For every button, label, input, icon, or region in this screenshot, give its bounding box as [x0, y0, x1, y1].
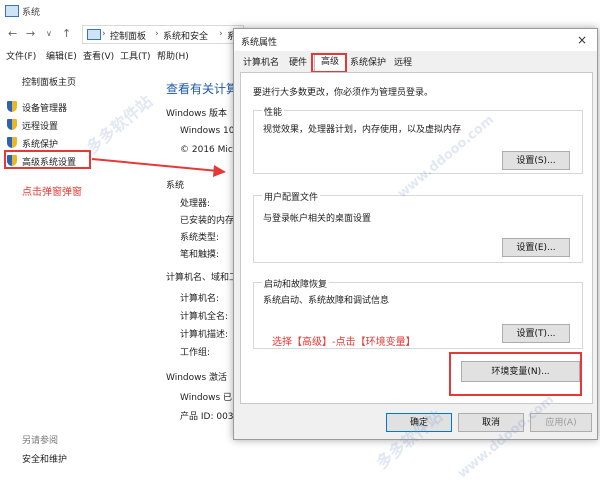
dialog-title: 系统属性: [241, 38, 278, 48]
tab-remote[interactable]: 远程: [391, 55, 415, 71]
tab-system-protection[interactable]: 系统保护: [348, 55, 388, 71]
arrow-head: [213, 165, 226, 177]
group-description: 系统启动、系统故障和调试信息: [263, 296, 390, 306]
startup-settings-button[interactable]: 设置(T)...: [502, 324, 570, 343]
performance-settings-button[interactable]: 设置(S)...: [502, 151, 570, 170]
group-title: 启动和故障恢复: [262, 277, 330, 290]
tab-computer-name[interactable]: 计算机名: [240, 55, 282, 71]
user-profiles-group: 用户配置文件 与登录帐户相关的桌面设置 设置(E)...: [253, 190, 583, 263]
group-title: 性能: [262, 105, 285, 118]
profiles-settings-button[interactable]: 设置(E)...: [502, 238, 570, 257]
annotation-box-env: [449, 352, 582, 396]
close-icon[interactable]: ×: [574, 32, 590, 48]
group-title: 用户配置文件: [262, 190, 321, 203]
admin-note: 要进行大多数更改，你必须作为管理员登录。: [253, 88, 434, 98]
annotation-box-advanced-tab: [311, 53, 347, 73]
annotation-hint: 选择【高级】-点击【环境变量】: [272, 337, 416, 348]
group-description: 视觉效果，处理器计划，内存使用，以及虚拟内存: [263, 125, 462, 135]
performance-group: 性能 视觉效果，处理器计划，内存使用，以及虚拟内存 设置(S)...: [253, 105, 583, 174]
arrow-to-dialog: [91, 158, 219, 172]
dialog-titlebar: 系统属性 ×: [234, 29, 597, 51]
group-description: 与登录帐户相关的桌面设置: [263, 214, 372, 224]
tab-hardware[interactable]: 硬件: [285, 55, 311, 71]
system-properties-dialog: 系统属性 × 计算机名 硬件 高级 系统保护 远程 要进行大多数更改，你必须作为…: [233, 28, 598, 440]
